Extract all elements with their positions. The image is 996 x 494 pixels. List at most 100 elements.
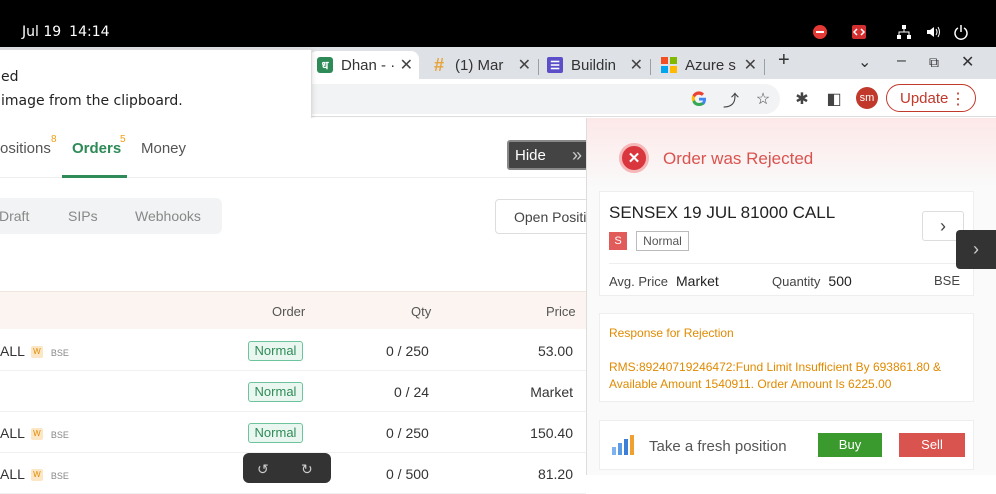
microsoft-icon: [661, 57, 677, 73]
tab-search-chevron-icon[interactable]: ⌄: [858, 52, 871, 72]
sell-side-badge: S: [609, 232, 627, 250]
top-black-strip: [0, 0, 996, 20]
tab-label: Azure s: [685, 56, 736, 74]
notification-line-2: image from the clipboard.: [1, 93, 183, 109]
error-x-icon: ✕: [619, 143, 649, 173]
update-label: Update: [900, 89, 949, 107]
hashtag-icon: #: [433, 54, 444, 75]
buy-button[interactable]: Buy: [818, 433, 882, 457]
rejection-reason-text: RMS:89240719246472:Fund Limit Insufficie…: [609, 360, 942, 391]
update-button[interactable]: Update ⋮: [886, 84, 976, 112]
table-row[interactable]: ALL W BSE Normal 0 / 250 53.00: [0, 330, 586, 371]
orders-count-badge: 5: [120, 134, 126, 145]
dhan-logo-icon: ध: [317, 57, 333, 73]
active-tab-underline: [62, 175, 127, 178]
close-icon[interactable]: ✕: [518, 55, 531, 75]
power-icon[interactable]: [953, 24, 969, 40]
row-instrument: ALL W BSE: [0, 466, 69, 482]
product-type-badge: Normal: [636, 231, 689, 251]
hide-panel-button[interactable]: Hide »: [507, 140, 593, 170]
order-type-badge: Normal: [248, 341, 303, 361]
tab-building[interactable]: ☰ Buildin ✕: [541, 51, 649, 79]
more-vertical-icon[interactable]: ⋮: [950, 89, 966, 109]
orders-page: ositions 8 Orders 5 Money Draft SIPs Web…: [0, 118, 605, 494]
close-window-icon[interactable]: ✕: [961, 52, 974, 72]
order-summary-card: SENSEX 19 JUL 81000 CALL S Normal › Avg.…: [599, 191, 974, 296]
do-not-disturb-icon[interactable]: [812, 24, 828, 40]
close-icon[interactable]: ✕: [630, 55, 643, 75]
app-indicator-icon[interactable]: [851, 24, 867, 40]
tab-positions[interactable]: ositions: [0, 140, 51, 157]
double-chevron-right-icon: »: [571, 145, 582, 165]
table-row[interactable]: ALL W BSE Normal 0 / 250 150.40: [0, 412, 586, 453]
tab-azure[interactable]: Azure s ✕: [655, 51, 763, 79]
rejection-title: Order was Rejected: [663, 149, 814, 168]
extensions-icon[interactable]: ✱: [792, 89, 812, 109]
row-qty: 0 / 250: [386, 343, 429, 359]
table-row[interactable]: Normal 0 / 24 Market: [0, 371, 586, 412]
close-icon[interactable]: ✕: [744, 55, 757, 75]
volume-icon[interactable]: [925, 24, 941, 40]
tab-label: (1) Mar: [455, 56, 504, 74]
tab-orders[interactable]: Orders: [72, 140, 121, 157]
weekly-badge: W: [30, 428, 43, 441]
tab-dhan[interactable]: ध Dhan - · ✕: [309, 51, 419, 79]
exchange-label: BSE: [50, 348, 69, 358]
redo-icon[interactable]: ↻: [301, 461, 313, 478]
network-icon[interactable]: [896, 24, 912, 40]
undo-redo-toolbar[interactable]: ↺ ↻: [243, 453, 331, 483]
positions-count-badge: 8: [51, 134, 57, 145]
new-tab-plus-icon[interactable]: +: [778, 49, 790, 72]
side-panel-icon[interactable]: ◧: [824, 89, 844, 109]
list-icon: ☰: [547, 57, 563, 73]
row-qty: 0 / 24: [394, 384, 430, 400]
quantity: Quantity 500: [772, 273, 852, 289]
tab-label: Buildin: [571, 56, 617, 74]
chevron-right-icon: ›: [973, 239, 979, 259]
orders-table-header: Order Qty Price: [0, 291, 586, 329]
avatar[interactable]: sm: [856, 87, 878, 109]
tab-divider: [538, 59, 539, 75]
quantity-value: 500: [828, 273, 852, 289]
date-label: Jul 19: [22, 24, 62, 40]
close-icon[interactable]: ✕: [400, 55, 413, 75]
row-price: 81.20: [537, 466, 573, 482]
weekly-badge: W: [30, 346, 43, 359]
exchange-label: BSE: [50, 430, 69, 440]
filter-draft[interactable]: Draft: [0, 208, 29, 224]
sub-navigation: ositions 8 Orders 5 Money: [0, 118, 586, 178]
filter-webhooks[interactable]: Webhooks: [135, 208, 201, 224]
bookmark-star-icon[interactable]: ☆: [753, 89, 773, 109]
notification-line-1: ed: [1, 69, 19, 85]
exchange-label: BSE: [934, 273, 961, 288]
fresh-position-card: Take a fresh position Buy Sell: [599, 420, 974, 470]
row-instrument: ALL W BSE: [0, 343, 69, 359]
system-clock[interactable]: Jul 19 14:14: [22, 24, 110, 40]
share-icon[interactable]: ⤴: [721, 89, 741, 110]
row-qty: 0 / 250: [386, 425, 429, 441]
tab-money[interactable]: Money: [141, 140, 186, 157]
exchange-label: BSE: [50, 471, 69, 481]
order-type-badge: Normal: [248, 382, 303, 402]
instrument-symbol: SENSEX 19 JUL 81000 CALL: [609, 203, 836, 222]
system-top-bar: Jul 19 14:14: [0, 20, 996, 47]
google-icon[interactable]: [689, 89, 709, 109]
undo-icon[interactable]: ↺: [257, 461, 269, 478]
fresh-position-text: Take a fresh position: [649, 438, 787, 455]
order-rejection-panel: ✕ Order was Rejected SENSEX 19 JUL 81000…: [586, 118, 996, 475]
avg-price-value: Market: [676, 273, 719, 289]
tab-divider: [650, 59, 651, 75]
restore-icon[interactable]: ⧉: [929, 54, 939, 71]
col-order: Order: [272, 304, 306, 319]
rejection-reason-title: Response for Rejection: [609, 326, 734, 340]
side-panel-toggle[interactable]: ›: [956, 230, 996, 269]
order-type-badge: Normal: [248, 423, 303, 443]
filter-sips[interactable]: SIPs: [68, 208, 98, 224]
order-filter-pills: Draft SIPs Webhooks: [0, 198, 222, 234]
minimize-icon[interactable]: –: [897, 52, 906, 70]
clipboard-notification[interactable]: ed image from the clipboard.: [0, 49, 312, 126]
col-price: Price: [546, 304, 576, 319]
col-qty: Qty: [411, 304, 432, 319]
sell-button[interactable]: Sell: [899, 433, 965, 457]
tab-slack[interactable]: # (1) Mar ✕: [425, 51, 537, 79]
